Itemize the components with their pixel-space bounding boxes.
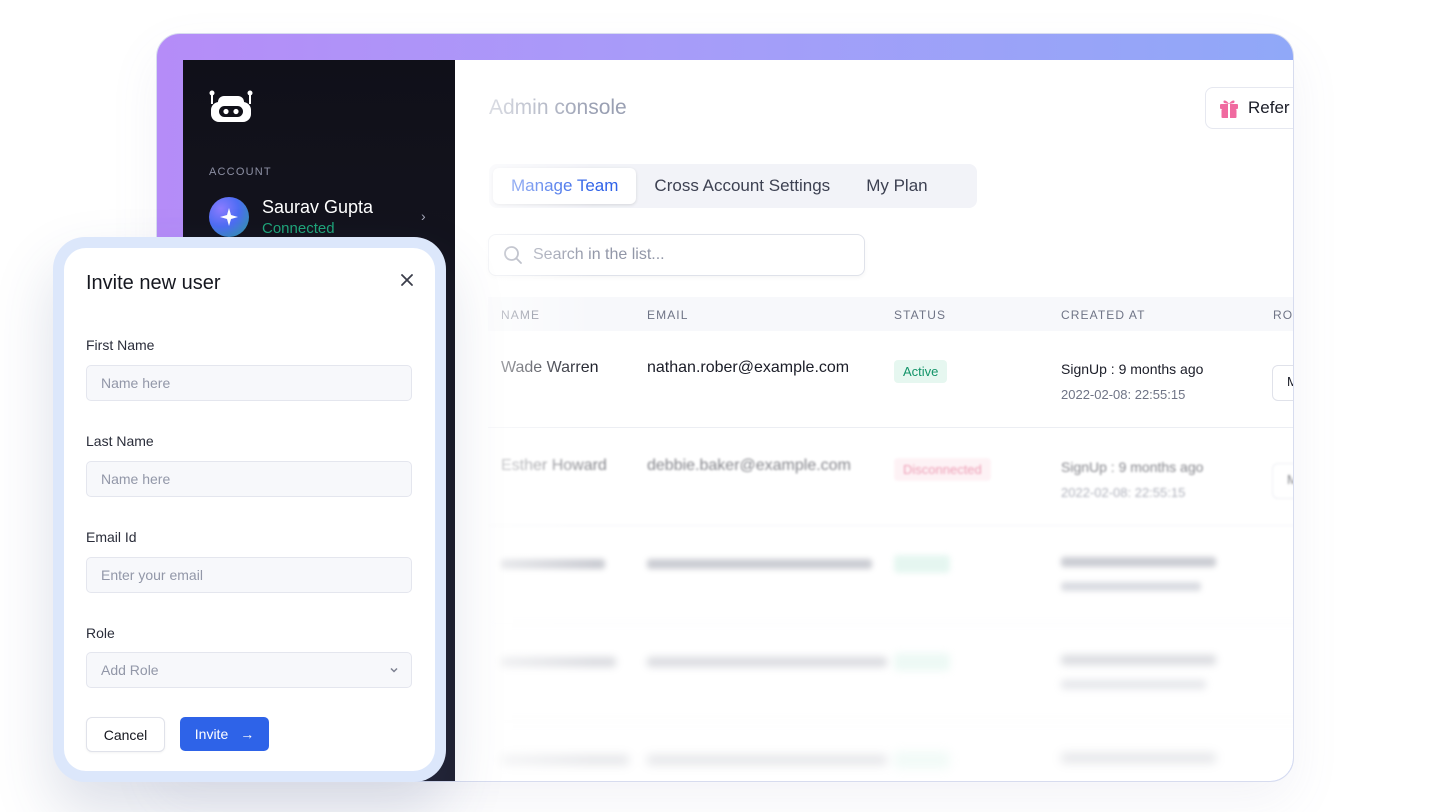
table-row-blurred: [488, 723, 1293, 781]
blurred-badge: [894, 653, 950, 671]
account-section-label: ACCOUNT: [209, 166, 272, 178]
refer-button[interactable]: Refer: [1205, 87, 1293, 129]
row-email: debbie.baker@example.com: [647, 457, 851, 474]
row-name: Esther Howard: [501, 457, 607, 474]
row-email: nathan.rober@example.com: [647, 359, 850, 376]
blurred-text: [1061, 753, 1216, 763]
first-name-field[interactable]: [86, 365, 412, 401]
column-header-role[interactable]: RO: [1273, 308, 1293, 322]
invite-label: Invite: [194, 726, 229, 742]
table-row-blurred: [488, 625, 1293, 722]
chevron-down-icon: [390, 667, 398, 673]
account-status: Connected: [262, 220, 335, 237]
search-input[interactable]: [533, 246, 833, 264]
blurred-text: [647, 755, 887, 765]
modal-body: Invite new user First Name Last Name Ema…: [64, 248, 435, 771]
blurred-badge: [894, 751, 950, 769]
status-badge: Active: [894, 360, 948, 383]
tab-bar: Manage Team Cross Account Settings My Pl…: [489, 164, 977, 208]
avatar[interactable]: [209, 197, 249, 237]
role-select[interactable]: Add Role: [86, 652, 412, 688]
blurred-text: [501, 755, 629, 765]
account-user-name[interactable]: Saurav Gupta: [262, 197, 373, 218]
blurred-text: [1061, 557, 1216, 567]
last-name-field[interactable]: [86, 461, 412, 497]
chevron-right-icon[interactable]: ›: [421, 208, 426, 224]
page-title: Admin console: [489, 96, 627, 119]
row-created-at: SignUp : 9 months ago: [1061, 459, 1204, 475]
email-label: Email Id: [86, 529, 137, 545]
robot-logo-icon: [209, 90, 253, 122]
column-header-created-at[interactable]: CREATED AT: [1061, 308, 1146, 322]
modal-title: Invite new user: [86, 272, 221, 294]
first-name-label: First Name: [86, 337, 155, 353]
row-date: 2022-02-08: 22:55:15: [1061, 387, 1186, 402]
blurred-text: [647, 559, 872, 569]
table-row-blurred: [488, 527, 1293, 624]
gift-icon: [1220, 100, 1238, 118]
row-date: 2022-02-08: 22:55:15: [1061, 485, 1186, 500]
main-content: Admin console Refer Manage Team Cross Ac…: [455, 60, 1293, 781]
blurred-badge: [894, 555, 950, 573]
column-header-name[interactable]: NAME: [501, 308, 540, 322]
column-header-status[interactable]: STATUS: [894, 308, 946, 322]
arrow-right-icon: →: [240, 726, 255, 742]
tab-my-plan[interactable]: My Plan: [848, 168, 945, 204]
status-badge: Disconnected: [894, 458, 991, 481]
invite-button[interactable]: Invite →: [180, 717, 269, 751]
blurred-text: [1061, 582, 1201, 591]
table-row[interactable]: Esther Howard debbie.baker@example.com D…: [488, 429, 1293, 526]
role-select[interactable]: M: [1272, 463, 1293, 499]
last-name-label: Last Name: [86, 433, 154, 449]
row-created-at: SignUp : 9 months ago: [1061, 361, 1204, 377]
blurred-text: [501, 657, 616, 667]
close-icon: [401, 274, 413, 286]
cancel-button[interactable]: Cancel: [86, 717, 165, 752]
table-row[interactable]: Wade Warren nathan.rober@example.com Act…: [488, 331, 1293, 428]
sparkle-icon: [220, 208, 238, 226]
blurred-text: [647, 657, 887, 667]
search-box[interactable]: [488, 234, 865, 276]
refer-label: Refer: [1248, 98, 1290, 117]
role-select-value: Add Role: [101, 662, 159, 678]
tab-manage-team[interactable]: Manage Team: [493, 168, 637, 204]
search-icon: [504, 246, 522, 264]
blurred-text: [1061, 655, 1216, 665]
role-label: Role: [86, 625, 115, 641]
role-select[interactable]: M: [1272, 365, 1293, 401]
email-field[interactable]: [86, 557, 412, 593]
column-header-email[interactable]: EMAIL: [647, 308, 689, 322]
blurred-text: [1061, 680, 1206, 689]
close-button[interactable]: [397, 270, 417, 290]
tab-cross-account-settings[interactable]: Cross Account Settings: [636, 168, 848, 204]
invite-user-modal: Invite new user First Name Last Name Ema…: [53, 237, 446, 782]
blurred-text: [501, 559, 605, 569]
row-name: Wade Warren: [501, 359, 599, 376]
table-header: NAME EMAIL STATUS CREATED AT RO: [488, 297, 1293, 331]
